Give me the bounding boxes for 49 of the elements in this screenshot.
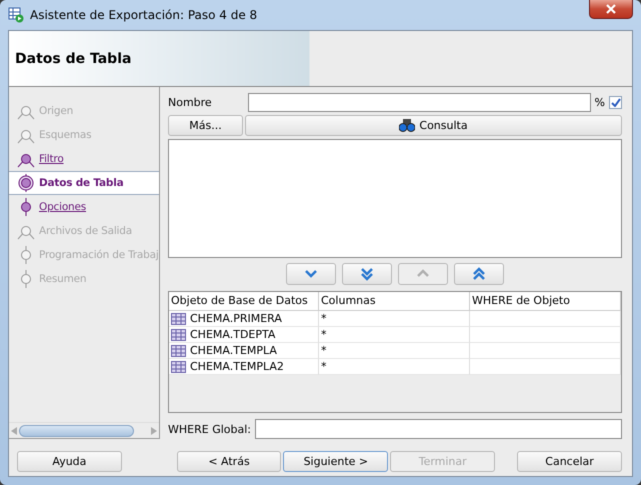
- where-global-label: WHERE Global:: [168, 422, 251, 436]
- table-cell: *: [319, 343, 470, 360]
- query-button[interactable]: Consulta: [245, 115, 622, 136]
- query-area[interactable]: [168, 139, 622, 258]
- table-cell: *: [319, 327, 470, 344]
- name-label: Nombre: [168, 96, 213, 109]
- step-item[interactable]: Opciones: [9, 195, 159, 219]
- close-button[interactable]: [589, 0, 633, 19]
- name-field[interactable]: [248, 93, 591, 112]
- close-icon: [605, 4, 617, 14]
- chevron-down-double-icon: [360, 267, 374, 282]
- table-cell: *: [319, 311, 470, 328]
- table-cell: *: [319, 359, 470, 376]
- column-header[interactable]: WHERE de Objeto: [470, 292, 621, 312]
- move-button[interactable]: [454, 263, 504, 286]
- scroll-right-icon[interactable]: [151, 426, 157, 434]
- nav-button[interactable]: Siguiente >: [283, 451, 388, 472]
- table-icon: [171, 344, 186, 357]
- window-title: Asistente de Exportación: Paso 4 de 8: [30, 8, 258, 22]
- percent-label: %: [594, 96, 605, 109]
- nav-button[interactable]: Cancelar: [517, 451, 622, 472]
- column-header[interactable]: Objeto de Base de Datos: [169, 292, 319, 312]
- object-name: CHEMA.TDEPTA: [190, 328, 276, 342]
- horizontal-scrollbar[interactable]: [9, 422, 159, 438]
- help-button[interactable]: Ayuda: [17, 451, 122, 472]
- table-icon: [171, 312, 186, 325]
- object-name: CHEMA.TEMPLA: [190, 344, 277, 358]
- current-step[interactable]: Datos de Tabla: [9, 171, 159, 195]
- wildcard-checkbox[interactable]: [609, 96, 622, 109]
- chevron-down-icon: [304, 269, 318, 280]
- chevron-up-double-icon: [472, 267, 486, 282]
- object-name: CHEMA.TEMPLA2: [190, 360, 284, 374]
- page-heading: Datos de Tabla: [15, 50, 132, 66]
- move-button[interactable]: [286, 263, 336, 286]
- table-icon: [171, 328, 186, 341]
- step-node-icon: [17, 174, 35, 192]
- binoculars-icon: [399, 119, 416, 132]
- object-name: CHEMA.PRIMERA: [190, 312, 282, 326]
- checkmark-icon: [610, 98, 620, 107]
- table-icon: [171, 360, 186, 373]
- export-wizard-icon: [8, 7, 24, 23]
- move-button[interactable]: [342, 263, 392, 286]
- column-header[interactable]: Columnas: [319, 292, 470, 312]
- chevron-up-icon: [416, 269, 430, 280]
- nav-button[interactable]: < Atrás: [176, 451, 282, 472]
- scroll-left-icon[interactable]: [11, 426, 17, 434]
- where-global-field[interactable]: [254, 419, 622, 439]
- more-button[interactable]: Más...: [168, 115, 243, 136]
- step-item[interactable]: Filtro: [9, 147, 159, 171]
